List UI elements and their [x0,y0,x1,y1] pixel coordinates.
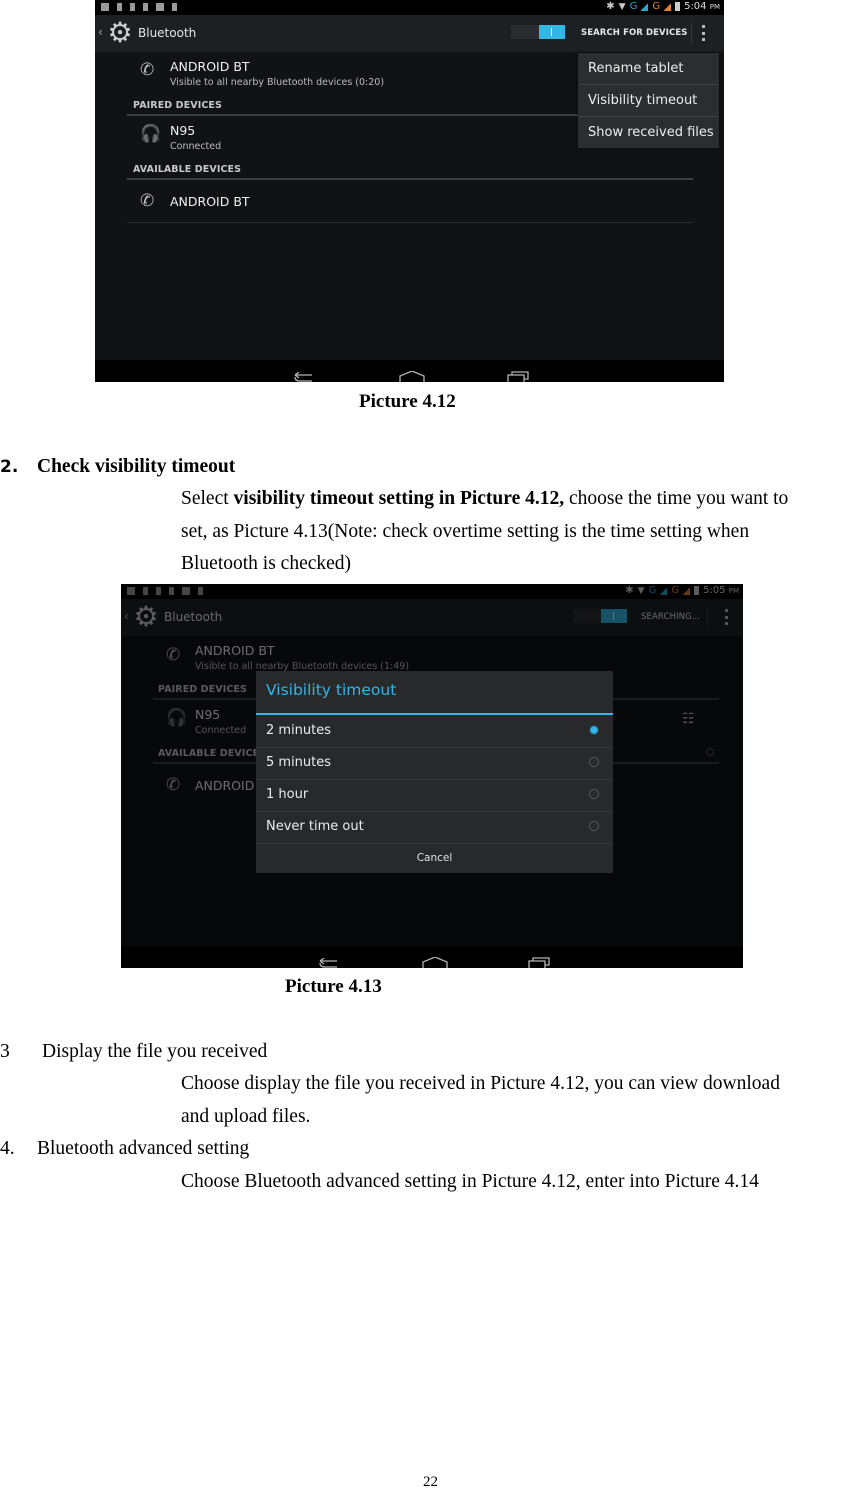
option-label: 5 minutes [266,755,332,770]
this-device-name[interactable]: ANDROID BT [170,59,250,74]
paired-devices-header: PAIRED DEVICES [133,100,222,111]
section-3-body: Choose display the file you received in … [181,1068,780,1133]
divider [691,23,692,43]
network-g-icon: G [629,1,638,12]
status-bar: ✱ ▼ G G 5:04 PM [95,0,724,15]
caption-picture-4-13: Picture 4.13 [285,976,382,997]
recent-apps-nav-icon[interactable] [507,371,529,382]
wifi-notification-icon [117,3,122,11]
section-2-number: 2. [0,457,19,477]
timeout-option-1-hour[interactable]: 1 hour [256,779,613,812]
battery-icon [675,2,681,11]
settings-gear-icon[interactable]: ⚙ [107,19,133,47]
screenshot-picture-4-13: ✱ ▼ G G 5:05 PM ‹ ⚙ Bluetooth SEARCHING.… [121,584,743,968]
timeout-option-never[interactable]: Never time out [256,811,613,844]
radio-unselected[interactable] [589,821,599,831]
signal-icon-2 [664,2,672,11]
notification-icon [101,3,109,11]
section-3-body-line-1: Choose display the file you received in … [181,1073,780,1094]
notification-icons [101,3,177,11]
section-3-title: Display the file you received [42,1041,268,1062]
option-label: 1 hour [266,787,309,802]
phone-icon: ✆ [140,191,155,211]
radio-selected[interactable] [589,725,599,735]
caption-picture-4-12: Picture 4.12 [359,391,456,412]
section-3-body-line-2: and upload files. [181,1105,311,1127]
menu-item-visibility-timeout[interactable]: Visibility timeout [578,85,719,117]
menu-item-rename-tablet[interactable]: Rename tablet [578,53,719,85]
back-nav-icon[interactable] [292,372,316,382]
home-nav-icon[interactable] [399,371,425,382]
overflow-menu-icon[interactable] [702,25,706,41]
dialog-title: Visibility timeout [266,681,397,699]
section-2-body: Select visibility timeout setting in Pic… [181,483,861,581]
phone-icon: ✆ [140,60,155,80]
timeout-option-5-minutes[interactable]: 5 minutes [256,747,613,780]
timeout-option-2-minutes[interactable]: 2 minutes [256,715,613,748]
section-4-number: 4. [0,1138,15,1159]
signal-icon [641,2,649,11]
visibility-timeout-dialog: Visibility timeout 2 minutes 5 minutes 1… [256,671,613,873]
back-caret-icon[interactable]: ‹ [98,25,103,39]
option-label: Never time out [266,819,364,834]
notification-icon [156,3,164,11]
section-2-body-line-1: Select visibility timeout setting in Pic… [181,488,789,509]
recent-apps-nav-icon[interactable] [528,957,550,968]
headset-icon: 🎧 [140,124,162,144]
divider [127,222,693,223]
radio-unselected[interactable] [589,757,599,767]
available-devices-header: AVAILABLE DEVICES [133,164,242,175]
back-nav-icon[interactable] [317,958,341,968]
section-2-body-line-3: Bluetooth is checked) [181,553,352,574]
bluetooth-icon: ✱ [606,1,615,12]
home-nav-icon[interactable] [422,957,448,968]
option-label: 2 minutes [266,723,332,738]
visibility-status: Visible to all nearby Bluetooth devices … [170,77,385,88]
action-bar: ‹ ⚙ Bluetooth SEARCH FOR DEVICES [95,15,724,52]
section-2-body-line-2: set, as Picture 4.13(Note: check overtim… [181,520,750,542]
paired-device-status: Connected [170,141,222,152]
section-4-body: Choose Bluetooth advanced setting in Pic… [181,1166,759,1199]
radio-unselected[interactable] [589,789,599,799]
search-for-devices-button[interactable]: SEARCH FOR DEVICES [581,28,687,38]
section-4-body-line-1: Choose Bluetooth advanced setting in Pic… [181,1171,759,1192]
lock-icon [143,3,148,11]
usb-icon [130,3,135,11]
bluetooth-toggle[interactable] [511,25,565,39]
page-number: 22 [423,1474,438,1490]
paired-device-name[interactable]: N95 [170,123,195,138]
sd-card-icon [172,3,177,11]
wifi-icon: ▼ [618,1,626,12]
section-2-title: Check visibility timeout [37,456,236,477]
clock: 5:04 PM [684,1,720,12]
cancel-button[interactable]: Cancel [256,843,613,873]
overflow-menu: Rename tablet Visibility timeout Show re… [578,53,719,148]
network-g-icon-2: G [652,1,661,12]
menu-item-show-received-files[interactable]: Show received files [578,117,719,148]
navigation-bar [121,946,743,968]
app-title: Bluetooth [138,26,197,40]
section-4-title: Bluetooth advanced setting [37,1138,250,1159]
screenshot-picture-4-12: ✱ ▼ G G 5:04 PM ‹ ⚙ Bluetooth SEARCH FOR… [95,0,724,382]
system-icons: ✱ ▼ G G 5:04 PM [606,1,720,12]
navigation-bar [95,360,724,382]
section-3-number: 3 [0,1041,10,1062]
divider [127,178,693,180]
available-device-name[interactable]: ANDROID BT [170,194,250,209]
